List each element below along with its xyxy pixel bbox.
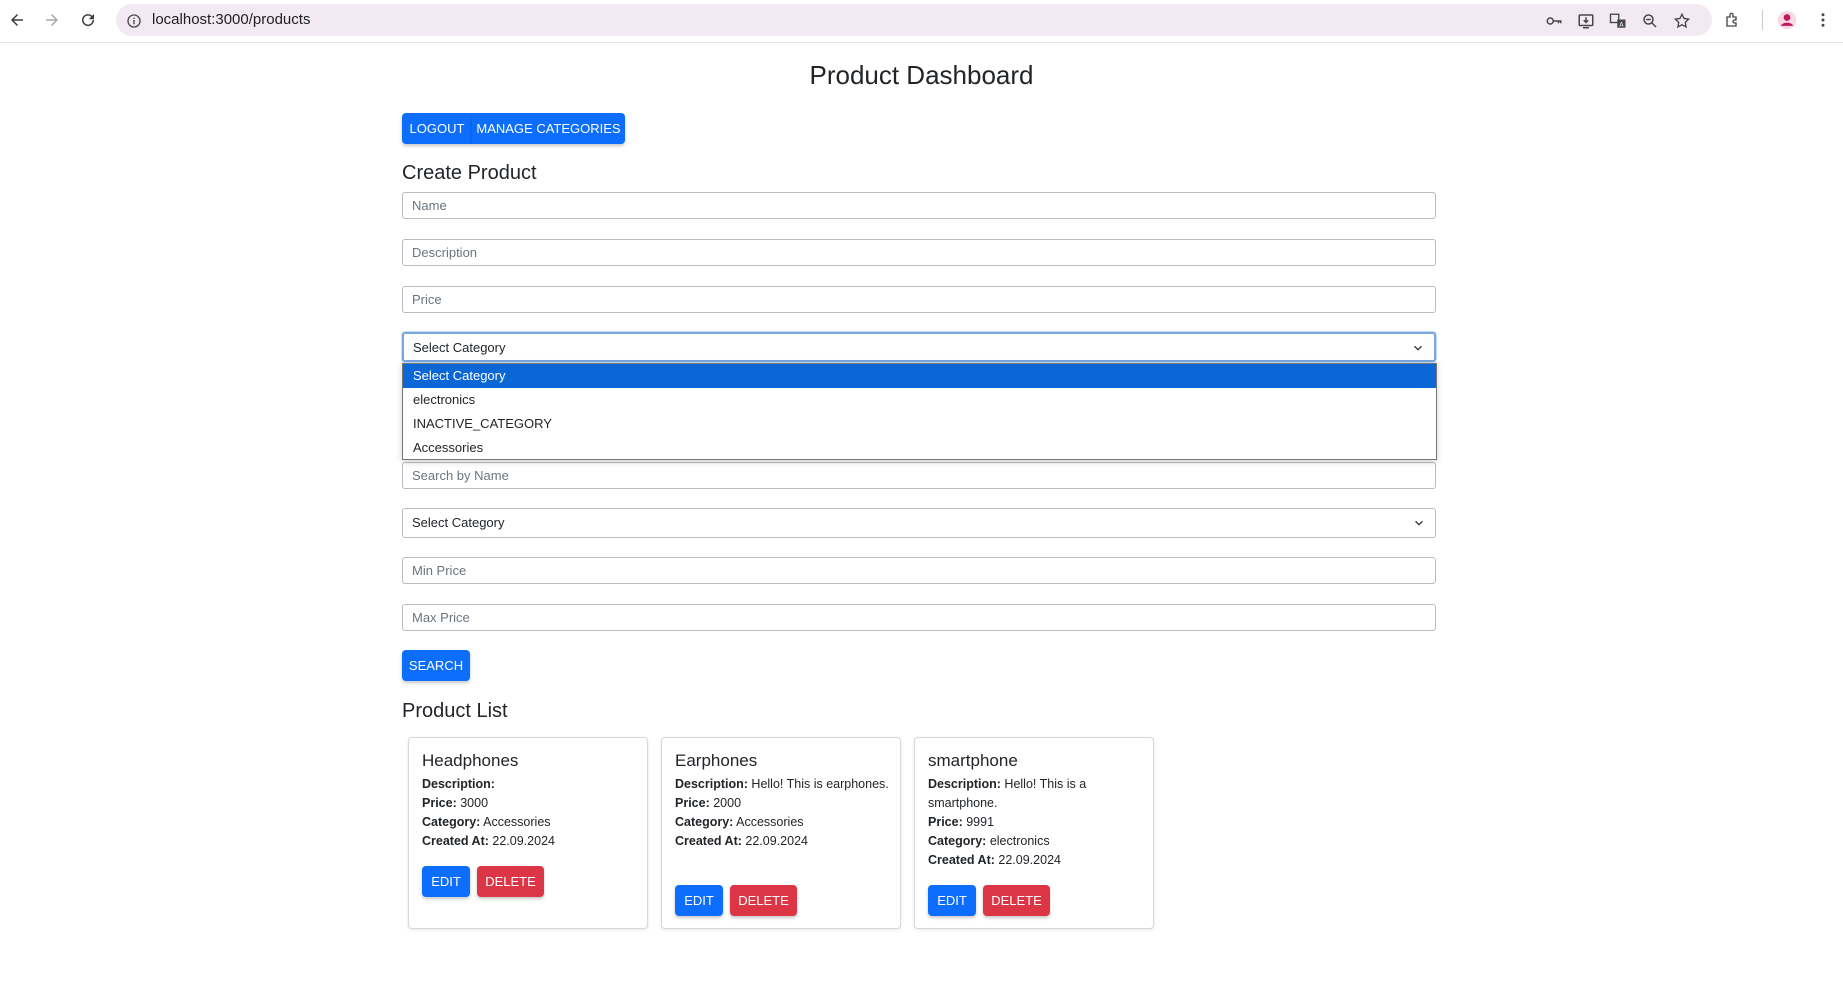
price-label: Price: xyxy=(928,815,963,829)
product-description: Description: Hello! This is a smartphone… xyxy=(928,775,1142,813)
product-price: Price: 2000 xyxy=(675,794,889,813)
category-value: Accessories xyxy=(736,815,804,829)
product-card: smartphone Description: Hello! This is a… xyxy=(914,737,1154,929)
translate-icon[interactable]: A xyxy=(1608,11,1628,31)
product-price: Price: 9991 xyxy=(928,813,1142,832)
price-value: 2000 xyxy=(713,796,742,810)
product-card: Earphones Description: Hello! This is ea… xyxy=(661,737,901,929)
dropdown-option[interactable]: Select Category xyxy=(403,364,1436,388)
product-category: Category: Accessories xyxy=(675,813,889,832)
chevron-down-icon xyxy=(1414,345,1422,351)
manage-categories-button[interactable]: MANAGE CATEGORIES xyxy=(472,113,625,144)
description-label: Description: xyxy=(422,777,495,791)
product-description-field[interactable]: Description xyxy=(402,239,1436,266)
min-price-field[interactable]: Min Price xyxy=(402,557,1436,584)
product-name: smartphone xyxy=(928,751,1018,770)
page-title: Product Dashboard xyxy=(809,60,1034,90)
search-category-select[interactable]: Select Category xyxy=(402,508,1436,538)
search-category-selected: Select Category xyxy=(412,515,505,530)
min-price-placeholder: Min Price xyxy=(412,563,467,578)
product-list-heading: Product List xyxy=(402,700,508,722)
delete-button[interactable]: DELETE xyxy=(983,885,1050,916)
product-description: Description: xyxy=(422,775,636,794)
bookmark-star-icon[interactable] xyxy=(1672,11,1692,31)
product-name-placeholder: Name xyxy=(412,198,447,213)
reload-icon[interactable] xyxy=(76,8,100,32)
profile-icon[interactable] xyxy=(1776,9,1798,31)
product-name-field[interactable]: Name xyxy=(402,192,1436,219)
product-created-at: Created At: 22.09.2024 xyxy=(928,851,1142,870)
price-value: 9991 xyxy=(966,815,995,829)
product-price: Price: 3000 xyxy=(422,794,636,813)
description-label: Description: xyxy=(928,777,1001,791)
zoom-icon[interactable] xyxy=(1640,11,1660,31)
dropdown-option[interactable]: electronics xyxy=(403,388,1436,412)
search-button[interactable]: SEARCH xyxy=(402,650,470,681)
search-name-placeholder: Search by Name xyxy=(412,468,509,483)
extensions-icon[interactable] xyxy=(1722,9,1744,31)
toolbar-divider xyxy=(1762,10,1763,30)
menu-icon[interactable] xyxy=(1812,9,1834,31)
product-category: Category: electronics xyxy=(928,832,1142,851)
created-at-label: Created At: xyxy=(422,834,489,848)
create-product-heading: Create Product xyxy=(402,162,537,184)
back-icon[interactable] xyxy=(5,8,29,32)
category-label: Category: xyxy=(928,834,987,848)
install-app-icon[interactable] xyxy=(1576,11,1596,31)
product-name: Headphones xyxy=(422,751,519,770)
search-name-field[interactable]: Search by Name xyxy=(402,462,1436,489)
logout-button[interactable]: LOGOUT xyxy=(402,113,472,144)
edit-button[interactable]: EDIT xyxy=(422,866,470,897)
price-label: Price: xyxy=(422,796,457,810)
created-at-value: 22.09.2024 xyxy=(492,834,555,848)
category-label: Category: xyxy=(675,815,734,829)
created-at-value: 22.09.2024 xyxy=(998,853,1061,867)
category-value: Accessories xyxy=(483,815,551,829)
product-details: Description: Hello! This is earphones. P… xyxy=(675,775,889,851)
url-text[interactable]: localhost:3000/products xyxy=(152,11,310,28)
product-created-at: Created At: 22.09.2024 xyxy=(422,832,636,851)
chevron-down-icon xyxy=(1415,520,1423,526)
description-label: Description: xyxy=(675,777,748,791)
dropdown-option[interactable]: INACTIVE_CATEGORY xyxy=(403,412,1436,436)
product-description: Description: Hello! This is earphones. xyxy=(675,775,889,794)
address-bar[interactable]: localhost:3000/products A xyxy=(116,4,1712,36)
product-name: Earphones xyxy=(675,751,758,770)
product-details: Description: Hello! This is a smartphone… xyxy=(928,775,1142,870)
key-icon[interactable] xyxy=(1544,11,1564,31)
edit-button[interactable]: EDIT xyxy=(675,885,723,916)
product-category: Category: Accessories xyxy=(422,813,636,832)
created-at-label: Created At: xyxy=(675,834,742,848)
product-card: Headphones Description: Price: 3000 Cate… xyxy=(408,737,648,929)
product-details: Description: Price: 3000 Category: Acces… xyxy=(422,775,636,851)
product-price-placeholder: Price xyxy=(412,292,442,307)
created-at-value: 22.09.2024 xyxy=(745,834,808,848)
max-price-placeholder: Max Price xyxy=(412,610,470,625)
category-dropdown-list[interactable]: Select Category electronics INACTIVE_CAT… xyxy=(402,363,1437,460)
created-at-label: Created At: xyxy=(928,853,995,867)
product-category-selected: Select Category xyxy=(413,340,506,355)
delete-button[interactable]: DELETE xyxy=(477,866,544,897)
delete-button[interactable]: DELETE xyxy=(730,885,797,916)
category-value: electronics xyxy=(989,834,1050,848)
description-value: Hello! This is earphones. xyxy=(751,777,889,791)
category-label: Category: xyxy=(422,815,481,829)
price-label: Price: xyxy=(675,796,710,810)
max-price-field[interactable]: Max Price xyxy=(402,604,1436,631)
product-price-field[interactable]: Price xyxy=(402,286,1436,313)
forward-icon[interactable] xyxy=(40,8,64,32)
site-info-icon[interactable] xyxy=(124,11,144,31)
product-created-at: Created At: 22.09.2024 xyxy=(675,832,889,851)
price-value: 3000 xyxy=(460,796,489,810)
product-category-select[interactable]: Select Category xyxy=(402,332,1436,362)
browser-toolbar: localhost:3000/products A xyxy=(0,0,1843,43)
product-description-placeholder: Description xyxy=(412,245,478,260)
dropdown-option[interactable]: Accessories xyxy=(403,436,1436,460)
edit-button[interactable]: EDIT xyxy=(928,885,976,916)
